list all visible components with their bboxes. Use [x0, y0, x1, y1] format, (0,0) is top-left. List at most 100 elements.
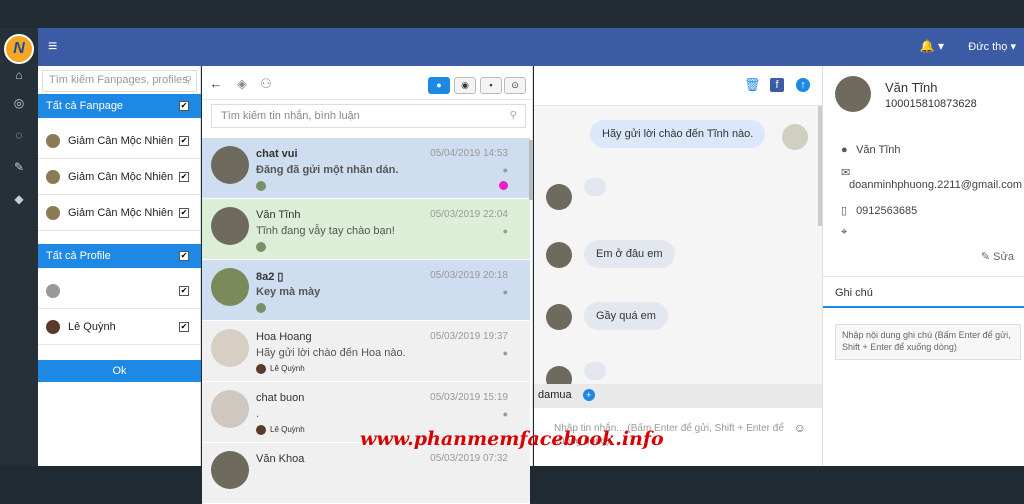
fanpage-item[interactable]: Giảm Cân Mộc Nhiên ✔	[38, 160, 201, 195]
filter-comment-button[interactable]: ▪	[480, 77, 502, 94]
all-fanpage-label: Tất cả Fanpage	[46, 100, 124, 112]
bell-icon[interactable]: 🔔 ▾	[920, 39, 944, 53]
conversation-search-placeholder: Tìm kiếm tin nhắn, bình luận	[221, 110, 360, 122]
fanpage-item[interactable]: Giảm Cân Mộc Nhiên ✔	[38, 196, 201, 231]
all-profile-header[interactable]: Tất cả Profile ✔	[38, 244, 201, 268]
conversation-name: chat vui	[256, 148, 298, 160]
all-profile-checkbox[interactable]: ✔	[179, 251, 189, 261]
profile-item[interactable]: ✔	[38, 274, 201, 309]
app-logo[interactable]: N	[4, 34, 34, 64]
conversation-time: 05/03/2019 07:32	[430, 453, 508, 464]
fanpage-avatar	[46, 134, 60, 148]
location-icon: ⌖	[841, 226, 848, 238]
conversation-item[interactable]: Văn Khoa 05/03/2019 07:32	[202, 443, 530, 504]
conversation-time: 05/04/2019 14:53	[430, 148, 508, 159]
left-sidebar: N ⌂ ◎ ◌ ✎ ◆	[0, 28, 38, 466]
conversation-item[interactable]: Văn Tĩnh 05/03/2019 22:04 Tĩnh đang vẫy …	[202, 199, 530, 260]
chat-message-sticker	[584, 178, 606, 196]
fanpage-avatar	[46, 206, 60, 220]
conversation-time: 05/03/2019 19:37	[430, 331, 508, 342]
conversation-time: 05/03/2019 15:19	[430, 392, 508, 403]
profile-avatar	[46, 320, 60, 334]
conversation-item[interactable]: 8a2 ▯ 05/03/2019 20:18 Key mà mày ●	[202, 260, 530, 321]
conversation-time: 05/03/2019 22:04	[430, 209, 508, 220]
conversation-preview: Hãy gửi lời chào đến Hoa nào.	[256, 347, 406, 359]
fanpage-label: Giảm Cân Mộc Nhiên	[68, 135, 174, 147]
user-icon[interactable]: ◎	[10, 94, 28, 112]
chat-header: 🗑 f ↑	[534, 66, 822, 106]
message-bubble-icon: ●	[502, 287, 508, 297]
all-profile-label: Tất cả Profile	[46, 250, 111, 262]
filter-search-input[interactable]: Tìm kiếm Fanpages, profiles ⚲	[42, 70, 197, 92]
profile-checkbox[interactable]: ✔	[179, 322, 189, 332]
tag-icon[interactable]: ◆	[10, 190, 28, 208]
trash-icon[interactable]: 🗑	[744, 78, 761, 92]
search-icon: ⚲	[509, 110, 517, 121]
fanpage-item[interactable]: Giảm Cân Mộc Nhiên ✔	[38, 124, 201, 159]
page-avatar	[256, 242, 266, 252]
window-top-bar	[0, 0, 1024, 28]
all-fanpage-checkbox[interactable]: ✔	[179, 101, 189, 111]
fanpage-checkbox[interactable]: ✔	[179, 208, 189, 218]
add-user-icon[interactable]: ⚇	[256, 75, 276, 93]
tag-filter-icon[interactable]: ◈	[232, 75, 252, 93]
menu-icon[interactable]: ≡	[48, 38, 57, 56]
conversation-time: 05/03/2019 20:18	[430, 270, 508, 281]
edit-button[interactable]: ✎ Sửa	[981, 250, 1014, 263]
unread-dot	[499, 181, 508, 190]
filter-search-placeholder: Tìm kiếm Fanpages, profiles	[49, 74, 188, 86]
email-value: doanminhphuong.2211@gmail.com	[849, 179, 1023, 191]
fanpage-label: Giảm Cân Mộc Nhiên	[68, 207, 174, 219]
edit-label: Sửa	[993, 251, 1014, 263]
ok-button[interactable]: Ok	[38, 360, 201, 382]
fanpage-checkbox[interactable]: ✔	[179, 136, 189, 146]
profile-checkbox[interactable]: ✔	[179, 286, 189, 296]
chat-message-in: Em ở đâu em	[584, 240, 675, 268]
emoji-icon[interactable]: ☺	[794, 422, 806, 435]
home-icon[interactable]: ⌂	[10, 66, 28, 84]
back-arrow-icon[interactable]: ←	[206, 75, 226, 93]
page-avatar	[256, 364, 266, 374]
conversation-name: Hoa Hoang	[256, 331, 312, 343]
conversation-preview: Tĩnh đang vẫy tay chào bạn!	[256, 225, 395, 237]
facebook-icon[interactable]: f	[770, 78, 784, 92]
chat-panel: 🗑 f ↑ Hãy gửi lời chào đến Tĩnh nào. Em …	[534, 66, 822, 466]
fanpage-avatar	[46, 170, 60, 184]
filter-unread-button[interactable]: ◉	[454, 77, 476, 94]
filter-panel: Tìm kiếm Fanpages, profiles ⚲ Tất cả Fan…	[38, 66, 201, 466]
link-icon[interactable]: ✎	[10, 158, 28, 176]
profile-name: Văn Tĩnh	[885, 80, 938, 95]
avatar	[211, 268, 249, 306]
profile-phone: ▯ 0912563685	[841, 204, 917, 217]
filter-message-button[interactable]: ●	[428, 77, 450, 94]
user-menu[interactable]: Đức thọ ▾	[968, 40, 1016, 53]
chat-message-in: Gầy quá em	[584, 302, 668, 330]
avatar	[211, 207, 249, 245]
conversation-tag[interactable]: damua	[538, 389, 572, 401]
page-name: Lê Quỳnh	[270, 364, 305, 373]
conversation-scrollbar[interactable]	[529, 140, 533, 200]
profile-id: 100015810873628	[885, 98, 977, 110]
message-bubble-icon: ●	[502, 348, 508, 358]
note-input[interactable]: Nhập nội dung ghi chú (Bấm Enter để gửi,…	[835, 324, 1021, 360]
chat-message-out: Hãy gửi lời chào đến Tĩnh nào.	[590, 120, 766, 148]
conversation-item[interactable]: Hoa Hoang 05/03/2019 19:37 Hãy gửi lời c…	[202, 321, 530, 382]
all-fanpage-header[interactable]: Tất cả Fanpage ✔	[38, 94, 201, 118]
conversation-name: Văn Khoa	[256, 453, 305, 465]
phone-icon: ▯	[841, 205, 848, 217]
avatar	[211, 451, 249, 489]
scroll-up-icon[interactable]: ↑	[796, 78, 810, 92]
fanpage-checkbox[interactable]: ✔	[179, 172, 189, 182]
filter-clock-button[interactable]: ⊙	[504, 77, 526, 94]
add-tag-icon[interactable]: +	[582, 389, 595, 401]
phone-value: 0912563685	[856, 205, 918, 217]
contact-avatar	[546, 184, 572, 210]
chat-icon[interactable]: ◌	[10, 126, 28, 144]
profile-email: ✉ doanminhphuong.2211@gmail.com	[841, 166, 1022, 191]
display-name-value: Văn Tĩnh	[856, 144, 901, 156]
conversation-search-input[interactable]: Tìm kiếm tin nhắn, bình luận ⚲	[211, 104, 526, 128]
conversation-item[interactable]: chat vui 05/04/2019 14:53 Đăng đã gửi mộ…	[202, 138, 530, 199]
message-bubble-icon: ●	[502, 409, 508, 419]
profile-item[interactable]: Lê Quỳnh ✔	[38, 310, 201, 345]
note-tab[interactable]: Ghi chú	[823, 276, 1024, 308]
